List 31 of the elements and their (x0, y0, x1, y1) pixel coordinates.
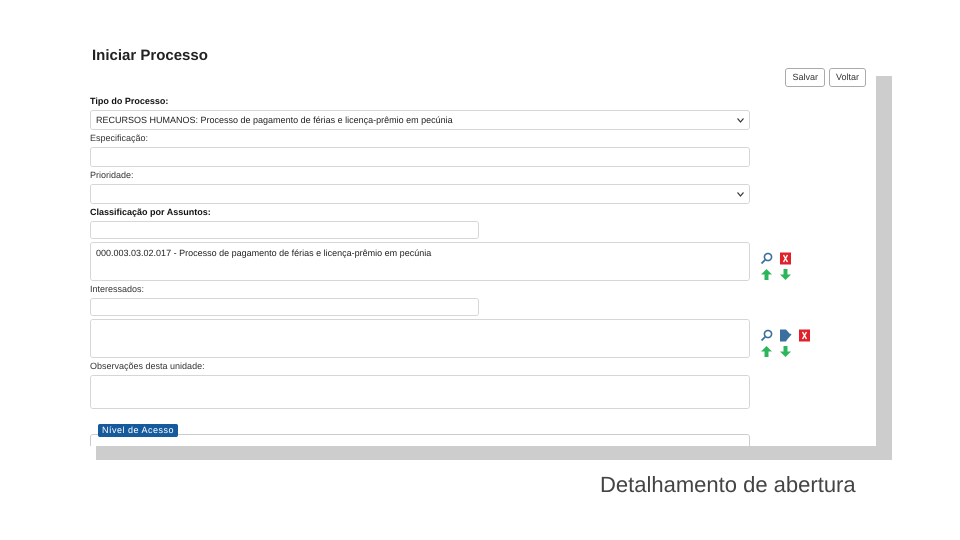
field-label: Prioridade: (90, 170, 135, 181)
text-area[interactable] (90, 375, 750, 409)
caret-icon (737, 118, 744, 122)
section-legend: Nível de Acesso (98, 424, 178, 437)
list-box[interactable]: 000.003.03.02.017 - Processo de pagamento de férias e licença-prêmio em pecúnia (90, 242, 750, 281)
field-label: Interessados: (90, 284, 146, 295)
search-field[interactable] (90, 298, 479, 316)
select-field[interactable]: RECURSOS HUMANOS: Processo de pagamento de férias e licença-prêmio em pecúnia (90, 110, 750, 130)
search-icon[interactable] (760, 252, 773, 265)
list-box[interactable] (90, 319, 750, 358)
field-label: Especificação: (90, 133, 150, 144)
field-label: Classificação por Assuntos: (90, 207, 212, 218)
text-field[interactable] (90, 147, 750, 167)
slide-caption: Detalhamento de abertura (600, 472, 857, 498)
search-icon[interactable] (760, 329, 773, 342)
list-item[interactable]: 000.003.03.02.017 - Processo de pagamento de férias e licença-prêmio em pecúnia (96, 244, 432, 262)
caret-icon (737, 192, 744, 196)
remove-icon[interactable] (798, 329, 811, 342)
search-field[interactable] (90, 221, 479, 239)
select-field[interactable] (90, 184, 750, 204)
arrow-up-icon[interactable] (760, 345, 773, 358)
remove-icon[interactable] (779, 252, 792, 265)
arrow-down-icon[interactable] (779, 345, 792, 358)
field-label: Observações desta unidade: (90, 361, 206, 372)
page-title: Iniciar Processo (92, 46, 209, 66)
tag-icon[interactable] (779, 329, 792, 342)
action-button[interactable]: Voltar (828, 68, 866, 87)
action-button[interactable]: Salvar (785, 68, 825, 87)
field-label: Tipo do Processo: (90, 96, 170, 107)
arrow-up-icon[interactable] (760, 268, 773, 281)
arrow-down-icon[interactable] (779, 268, 792, 281)
